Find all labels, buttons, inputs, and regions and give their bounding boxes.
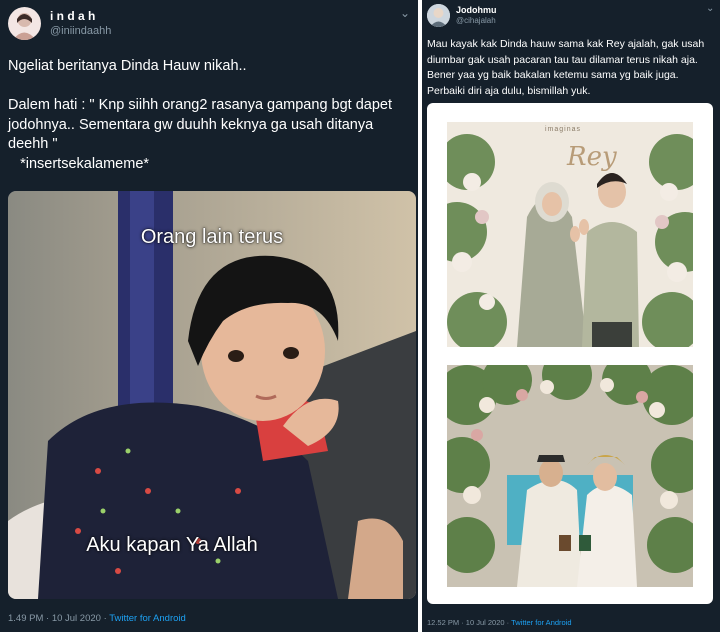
sign-rey: Rey [567,142,617,172]
avatar-image [427,4,450,27]
tweet-timestamp[interactable]: 1.49 PM · 10 Jul 2020 · [8,613,109,624]
photo-2-picture [447,365,693,587]
avatar[interactable] [8,7,41,40]
user-handle[interactable]: @iniindaahh [50,25,111,37]
meme-bottom-caption: Aku kapan Ya Allah [86,534,258,556]
user-name[interactable]: Jodohmu [456,5,497,15]
meme-image[interactable]: Orang lain terus Aku kapan Ya Allah [8,191,416,599]
tweet-timestamp[interactable]: 12.52 PM · 10 Jul 2020 · [427,618,511,627]
tweet-left: i n d a h @iniindaahh ⌄ Ngeliat beritany… [0,0,418,632]
chevron-down-icon[interactable]: ⌄ [400,6,410,20]
tweet-text: Ngeliat beritanya Dinda Hauw nikah.. Dal… [8,58,393,172]
avatar-image [13,13,36,40]
wedding-photo-1[interactable]: Rey imaginas [447,122,693,347]
tweet-meta: 12.52 PM · 10 Jul 2020 · Twitter for And… [427,618,572,627]
photo-grid: Rey imaginas [427,103,713,604]
tweet-meta: 1.49 PM · 10 Jul 2020 · Twitter for Andr… [8,613,186,624]
wedding-photo-2[interactable] [447,365,693,587]
brand-watermark: imaginas [545,126,582,133]
avatar[interactable] [427,4,450,27]
tweet-right: Jodohmu @cihajalah ⌄ Mau kayak kak Dinda… [422,0,720,632]
tweet-text: Mau kayak kak Dinda hauw sama kak Rey aj… [427,38,708,97]
chevron-down-icon[interactable]: ⌄ [706,3,714,14]
user-handle[interactable]: @cihajalah [456,16,496,25]
tweet-source[interactable]: Twitter for Android [511,618,571,627]
user-name[interactable]: i n d a h [50,9,95,23]
meme-top-caption: Orang lain terus [140,226,284,248]
tweet-source[interactable]: Twitter for Android [109,613,186,624]
